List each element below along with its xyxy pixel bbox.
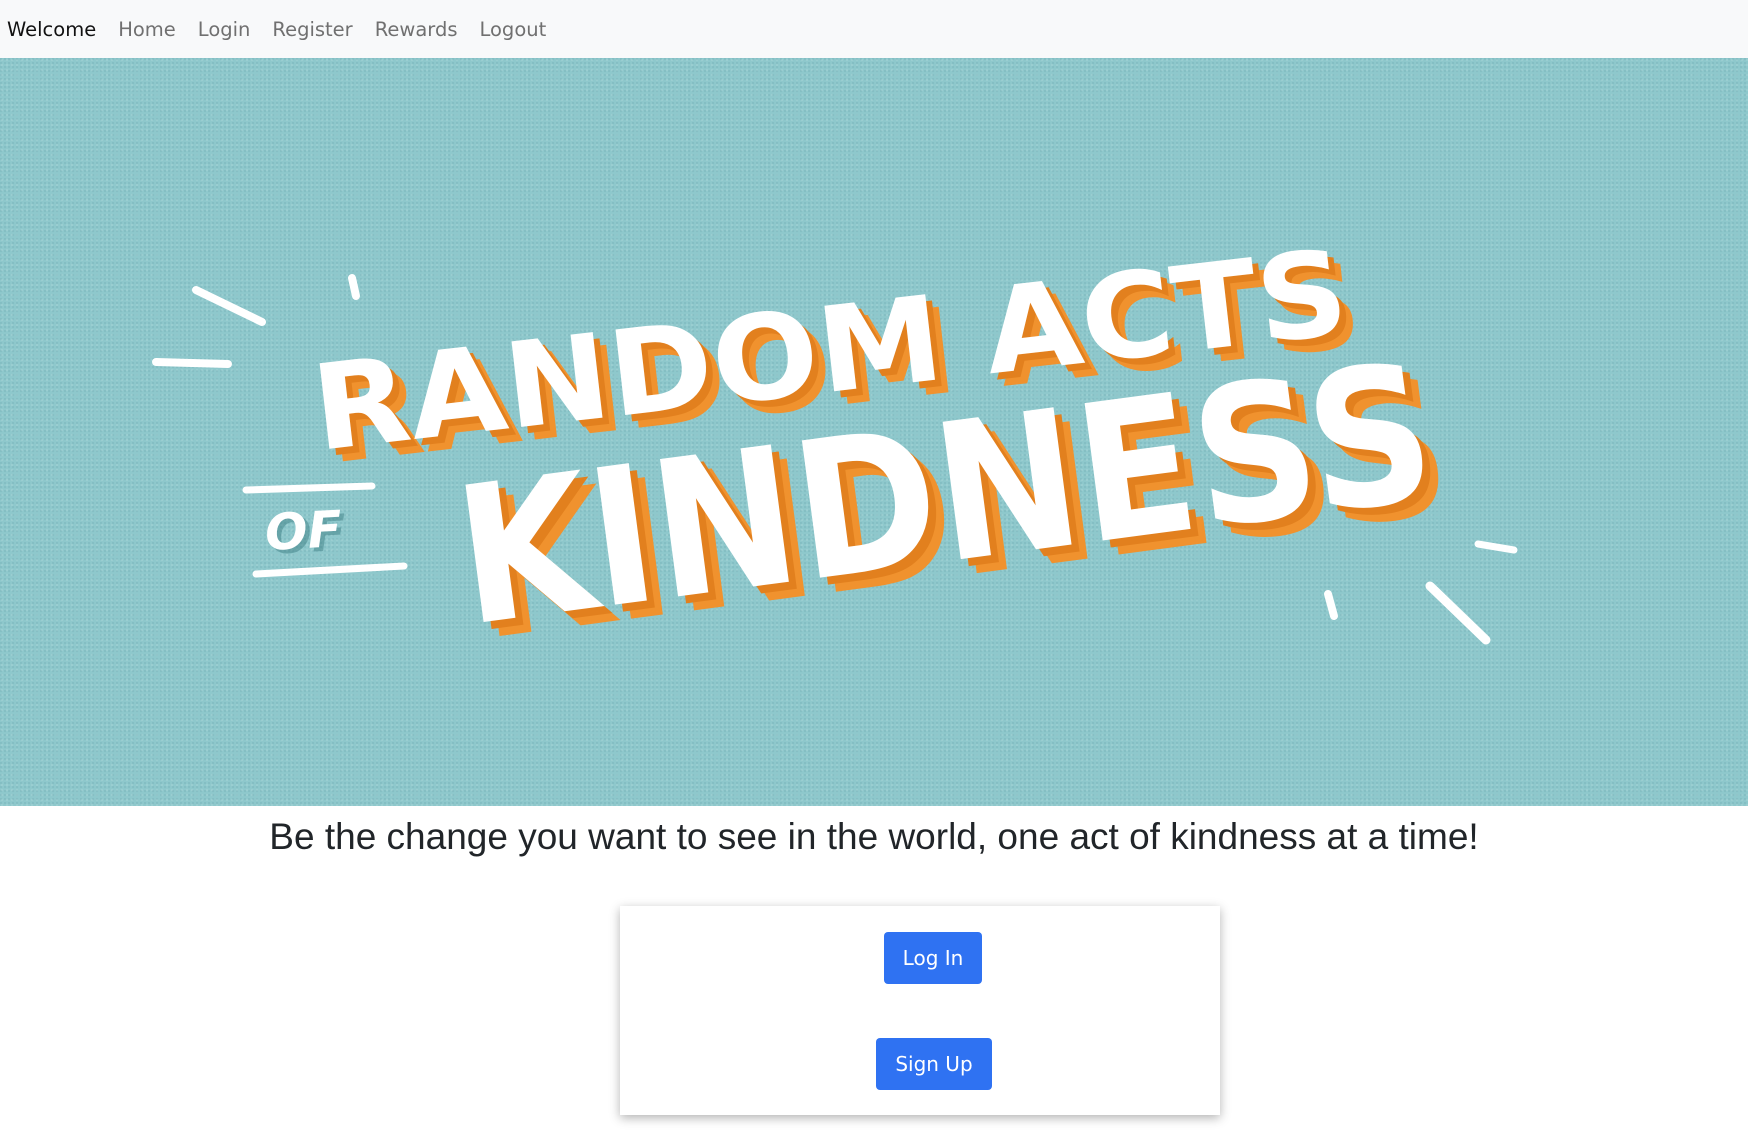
- nav-link-logout[interactable]: Logout: [479, 18, 546, 41]
- nav-brand-welcome[interactable]: Welcome: [7, 18, 96, 41]
- auth-card: Log In Sign Up: [620, 906, 1220, 1115]
- nav-link-home[interactable]: Home: [118, 18, 176, 41]
- nav-link-rewards[interactable]: Rewards: [375, 18, 458, 41]
- tagline: Be the change you want to see in the wor…: [269, 816, 1479, 857]
- navbar: Welcome Home Login Register Rewards Logo…: [0, 0, 1748, 58]
- login-button[interactable]: Log In: [884, 932, 982, 984]
- nav-link-login[interactable]: Login: [198, 18, 251, 41]
- nav-link-register[interactable]: Register: [272, 18, 352, 41]
- hero-banner: RANDOM ACTS RANDOM ACTS RANDOM ACTS OF O…: [0, 58, 1748, 806]
- hero-graphic: RANDOM ACTS RANDOM ACTS RANDOM ACTS OF O…: [152, 223, 1518, 683]
- signup-button[interactable]: Sign Up: [876, 1038, 992, 1090]
- hero-of: OF: [264, 500, 344, 562]
